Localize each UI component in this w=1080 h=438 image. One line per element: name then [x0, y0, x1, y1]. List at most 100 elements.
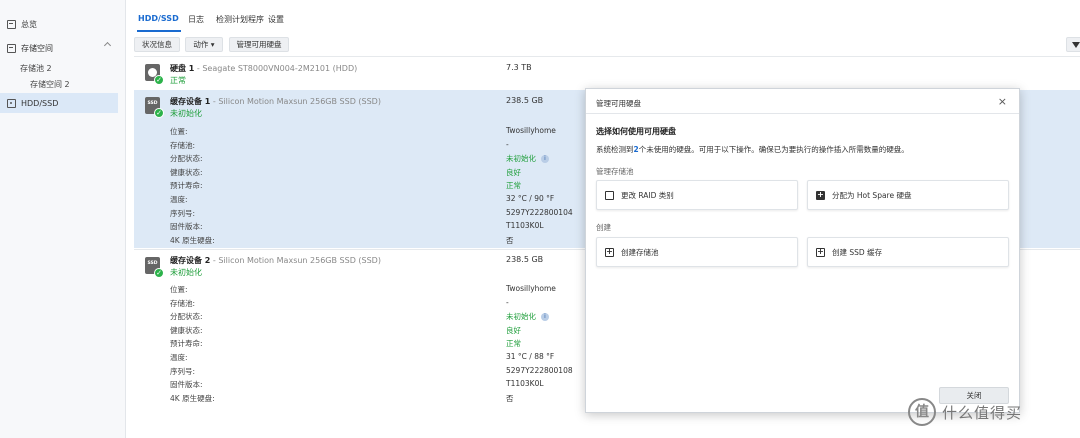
- detail-value: -: [506, 298, 509, 307]
- option-label: 创建存储池: [621, 247, 659, 257]
- disk-status: 未初始化: [170, 109, 202, 118]
- detail-value: 5297Y222800104: [506, 208, 573, 217]
- check-icon: ✓: [154, 268, 164, 278]
- ssd-label: SSD: [147, 261, 158, 266]
- sidebar-item-hdd-ssd[interactable]: HDD/SSD: [0, 93, 118, 113]
- detail-label: 分配状态:: [170, 312, 203, 322]
- detail-value: T1103K0L: [506, 379, 544, 388]
- plus-icon: +: [605, 246, 614, 257]
- disk-title[interactable]: 缓存设备 2 - Silicon Motion Maxsun 256GB SSD…: [170, 255, 381, 266]
- detail-value: T1103K0L: [506, 221, 544, 230]
- detail-value: 正常: [506, 180, 521, 191]
- disk-capacity: 7.3 TB: [506, 63, 532, 72]
- detail-label: 4K 原生硬盘:: [170, 235, 215, 245]
- detail-value-text: Twosillyhome: [506, 126, 556, 135]
- watermark: 值 什么值得买: [908, 396, 1073, 428]
- detail-label: 温度:: [170, 353, 188, 362]
- detail-value: 良好: [506, 325, 521, 336]
- disk-capacity: 238.5 GB: [506, 255, 544, 264]
- ssd-icon: SSD ✓: [145, 97, 164, 118]
- action-button[interactable]: 动作 ▾: [185, 37, 223, 52]
- sidebar-item-label: HDD/SSD: [21, 98, 59, 108]
- disk-status: 正常: [170, 76, 186, 85]
- desc-text: 系统检测到: [596, 145, 634, 154]
- ssd-label: SSD: [147, 101, 158, 106]
- detail-label: 位置:: [170, 127, 188, 136]
- disk-model: - Seagate ST8000VN004-2M2101 (HDD): [194, 64, 358, 73]
- manage-available-drives-button[interactable]: 管理可用硬盘: [229, 37, 289, 52]
- detail-value-text: 未初始化: [506, 312, 536, 322]
- hdd-icon: ✓: [145, 64, 164, 85]
- disk-title[interactable]: 缓存设备 1 - Silicon Motion Maxsun 256GB SSD…: [170, 96, 381, 107]
- sidebar-item-pool[interactable]: 存储池 2: [20, 63, 52, 74]
- tab-bar: HDD/SSD 日志 检测计划程序 设置: [134, 0, 1080, 34]
- plus-icon: +: [816, 189, 825, 200]
- ssd-icon: SSD ✓: [145, 257, 164, 278]
- sidebar-item-overview[interactable]: 总览: [0, 14, 118, 34]
- detail-value-text: -: [506, 139, 509, 149]
- tab-hdd-ssd[interactable]: HDD/SSD: [138, 14, 179, 23]
- detail-value: Twosillyhome: [506, 126, 556, 135]
- tab-settings[interactable]: 设置: [268, 14, 284, 25]
- watermark-logo: 值: [908, 398, 936, 426]
- detail-value: 良好: [506, 167, 521, 178]
- active-tab-indicator: [137, 30, 181, 32]
- detail-value-text: 正常: [506, 339, 521, 349]
- detail-value-text: 正常: [506, 181, 521, 191]
- detail-label: 固件版本:: [170, 380, 203, 390]
- detail-value-text: T1103K0L: [506, 379, 544, 389]
- disk-model: - Silicon Motion Maxsun 256GB SSD (SSD): [210, 97, 381, 106]
- detail-label: 分配状态:: [170, 154, 203, 164]
- disk-model: - Silicon Motion Maxsun 256GB SSD (SSD): [210, 256, 381, 265]
- disk-name: 缓存设备 1: [170, 97, 211, 106]
- create-ssd-cache-button[interactable]: + 创建 SSD 缓存: [807, 237, 1009, 267]
- check-icon: ✓: [154, 108, 164, 118]
- sidebar-item-label: 存储空间: [21, 43, 53, 53]
- desc-text: 个未使用的硬盘。可用于以下操作。确保已为要执行的操作插入所需数量的硬盘。: [638, 145, 909, 154]
- info-icon[interactable]: i: [541, 155, 549, 164]
- disk-name: 缓存设备 2: [170, 256, 211, 265]
- info-icon[interactable]: i: [541, 313, 549, 322]
- close-icon[interactable]: ×: [998, 95, 1007, 108]
- detail-value: 32 °C / 90 °F: [506, 194, 554, 203]
- option-label: 更改 RAID 类别: [621, 190, 674, 200]
- watermark-text: 什么值得买: [942, 403, 1023, 422]
- dialog-heading: 选择如何使用可用硬盘: [596, 127, 676, 136]
- detail-label: 存储池:: [170, 140, 196, 150]
- disk-title[interactable]: 硬盘 1 - Seagate ST8000VN004-2M2101 (HDD): [170, 63, 357, 74]
- assign-hot-spare-button[interactable]: + 分配为 Hot Spare 硬盘: [807, 180, 1009, 210]
- detail-value-text: T1103K0L: [506, 221, 544, 231]
- detail-value-text: 未初始化: [506, 154, 536, 164]
- change-raid-type-button[interactable]: 更改 RAID 类别: [596, 180, 798, 210]
- detail-value: 否: [506, 393, 514, 404]
- detail-label: 存储池:: [170, 298, 196, 308]
- detail-label: 预计寿命:: [170, 181, 203, 191]
- chevron-up-icon[interactable]: [103, 41, 112, 50]
- disk-name: 硬盘 1: [170, 64, 195, 73]
- raid-icon: [605, 190, 614, 200]
- sidebar-item-storage[interactable]: 存储空间: [0, 38, 118, 58]
- detail-value-text: 良好: [506, 325, 521, 335]
- detail-value-text: 31 °C / 88 °F: [506, 352, 555, 361]
- status-info-button[interactable]: 状况信息: [134, 37, 180, 52]
- option-label: 创建 SSD 缓存: [832, 247, 883, 257]
- tab-test-schedule[interactable]: 检测计划程序: [216, 14, 264, 25]
- detail-label: 4K 原生硬盘:: [170, 393, 215, 403]
- tab-log[interactable]: 日志: [188, 14, 204, 25]
- filter-icon[interactable]: [1066, 37, 1080, 52]
- detail-value-text: 良好: [506, 167, 521, 177]
- sidebar-item-volume[interactable]: 存储空间 2: [30, 79, 70, 90]
- disk-capacity: 238.5 GB: [506, 96, 544, 105]
- divider: [134, 56, 1080, 57]
- detail-value: -: [506, 140, 509, 149]
- detail-label: 位置:: [170, 285, 188, 294]
- detail-value: 未初始化 i: [506, 153, 549, 164]
- detail-label: 序列号:: [170, 208, 196, 218]
- section-manage-pool: 管理存储池: [596, 167, 634, 176]
- create-pool-button[interactable]: + 创建存储池: [596, 237, 798, 267]
- divider: [586, 113, 1019, 114]
- detail-value-text: 否: [506, 393, 514, 403]
- detail-value: Twosillyhome: [506, 284, 556, 293]
- detail-value-text: 否: [506, 235, 514, 245]
- option-label: 分配为 Hot Spare 硬盘: [832, 190, 912, 200]
